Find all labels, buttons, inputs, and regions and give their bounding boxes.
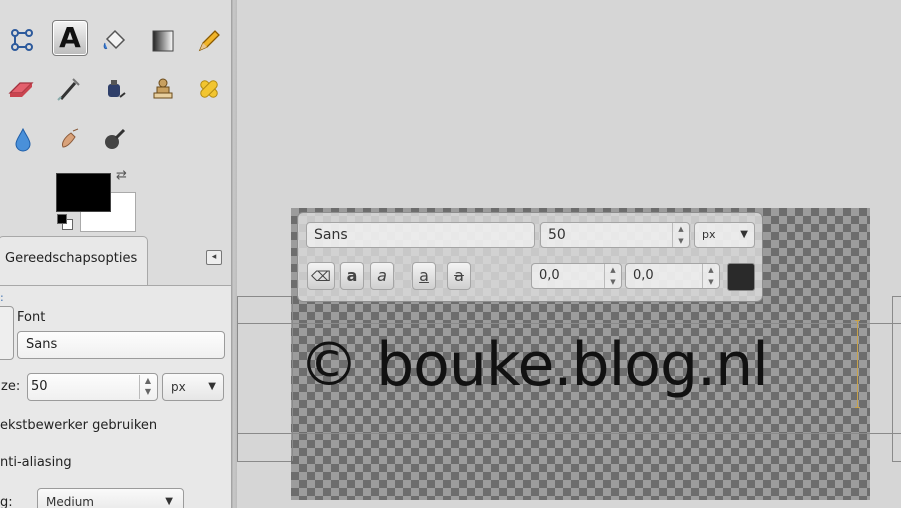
size-field[interactable]: 50 ▲ ▼ bbox=[27, 373, 158, 401]
otb-size-field[interactable]: 50 ▲ ▼ bbox=[540, 222, 690, 248]
tab-tool-options[interactable]: Gereedschapsopties bbox=[0, 236, 148, 286]
canvas-text-layer[interactable]: © bouke.blog.nl bbox=[299, 330, 769, 400]
use-editor-label[interactable]: ekstbewerker gebruiken bbox=[0, 418, 157, 433]
otb-font-value: Sans bbox=[314, 227, 348, 243]
size-spin-arrows[interactable]: ▲ ▼ bbox=[139, 375, 156, 399]
bold-label: a bbox=[346, 266, 358, 285]
text-color-button[interactable] bbox=[727, 263, 755, 291]
baseline-value: 0,0 bbox=[539, 268, 560, 283]
size-field-value: 50 bbox=[31, 379, 48, 394]
layer-boundary bbox=[892, 296, 901, 297]
chevron-down-icon: ▼ bbox=[740, 229, 748, 240]
text-icon[interactable]: A bbox=[52, 20, 88, 56]
eraser-icon[interactable] bbox=[4, 72, 38, 106]
chevron-down-icon: ▼ bbox=[165, 496, 173, 507]
toolbox-panel: A ⇄ Gereedschapsopties ◂ : Font Sans ze:… bbox=[0, 0, 231, 508]
text-box-bottom-guide bbox=[237, 433, 901, 434]
size-unit-value: px bbox=[171, 380, 186, 394]
hinting-select[interactable]: Medium ▼ bbox=[37, 488, 184, 508]
underline-button[interactable]: a bbox=[412, 262, 436, 290]
hinting-label: g: bbox=[0, 495, 13, 508]
ink-icon[interactable] bbox=[98, 72, 132, 106]
text-box-top-guide bbox=[237, 323, 901, 324]
baseline-spin-arrows[interactable]: ▲ ▼ bbox=[604, 264, 621, 288]
kerning-field[interactable]: 0,0 ▲ ▼ bbox=[625, 263, 720, 289]
default-colors-icon[interactable] bbox=[57, 214, 67, 224]
panel-dot-icon: : bbox=[0, 291, 4, 304]
size-unit-select[interactable]: px ▼ bbox=[162, 373, 224, 401]
kerning-value: 0,0 bbox=[633, 268, 654, 283]
chevron-down-icon: ▼ bbox=[208, 381, 216, 392]
foreground-color[interactable] bbox=[56, 173, 111, 212]
pencil-icon[interactable] bbox=[192, 24, 226, 58]
heal-icon[interactable] bbox=[192, 72, 226, 106]
baseline-field[interactable]: 0,0 ▲ ▼ bbox=[531, 263, 622, 289]
paths-icon[interactable] bbox=[6, 24, 40, 58]
tab-label: Gereedschapsopties bbox=[5, 251, 138, 266]
otb-font-field[interactable]: Sans bbox=[306, 222, 535, 248]
strikethrough-button[interactable]: a bbox=[447, 262, 471, 290]
font-toggle-button[interactable] bbox=[0, 306, 14, 360]
layer-boundary bbox=[892, 296, 893, 461]
italic-button[interactable]: a bbox=[370, 262, 394, 290]
tab-menu-icon[interactable]: ◂ bbox=[206, 250, 222, 265]
layer-boundary bbox=[237, 296, 293, 297]
strikethrough-label: a bbox=[454, 266, 464, 285]
kerning-spin-arrows[interactable]: ▲ ▼ bbox=[702, 264, 719, 288]
font-field[interactable]: Sans bbox=[17, 331, 225, 359]
otb-size-spin-arrows[interactable]: ▲ ▼ bbox=[672, 223, 689, 247]
layer-boundary bbox=[237, 461, 293, 462]
hinting-value: Medium bbox=[46, 495, 94, 508]
dodge-burn-icon[interactable] bbox=[98, 122, 132, 156]
font-field-value: Sans bbox=[26, 337, 58, 352]
smudge-icon[interactable] bbox=[52, 122, 86, 156]
otb-size-value: 50 bbox=[548, 227, 566, 243]
italic-label: a bbox=[377, 266, 387, 285]
clone-icon[interactable] bbox=[146, 72, 180, 106]
gradient-icon[interactable] bbox=[146, 24, 180, 58]
size-label: ze: bbox=[1, 379, 21, 394]
clear-style-button[interactable]: ⌫ bbox=[307, 262, 335, 290]
bucket-fill-icon[interactable] bbox=[98, 24, 132, 58]
swap-colors-icon[interactable]: ⇄ bbox=[116, 168, 127, 183]
blur-icon[interactable] bbox=[6, 122, 40, 156]
underline-label: a bbox=[419, 266, 429, 285]
airbrush-icon[interactable] bbox=[52, 72, 86, 106]
antialias-label[interactable]: nti-aliasing bbox=[0, 455, 72, 470]
layer-boundary bbox=[237, 296, 238, 461]
otb-unit-value: px bbox=[702, 228, 716, 241]
bold-button[interactable]: a bbox=[340, 262, 364, 290]
font-label: Font bbox=[17, 310, 46, 325]
layer-boundary bbox=[292, 296, 293, 461]
otb-unit-select[interactable]: px ▼ bbox=[694, 222, 755, 248]
backspace-icon: ⌫ bbox=[311, 269, 331, 285]
text-cursor bbox=[855, 320, 860, 408]
layer-boundary bbox=[892, 461, 901, 462]
